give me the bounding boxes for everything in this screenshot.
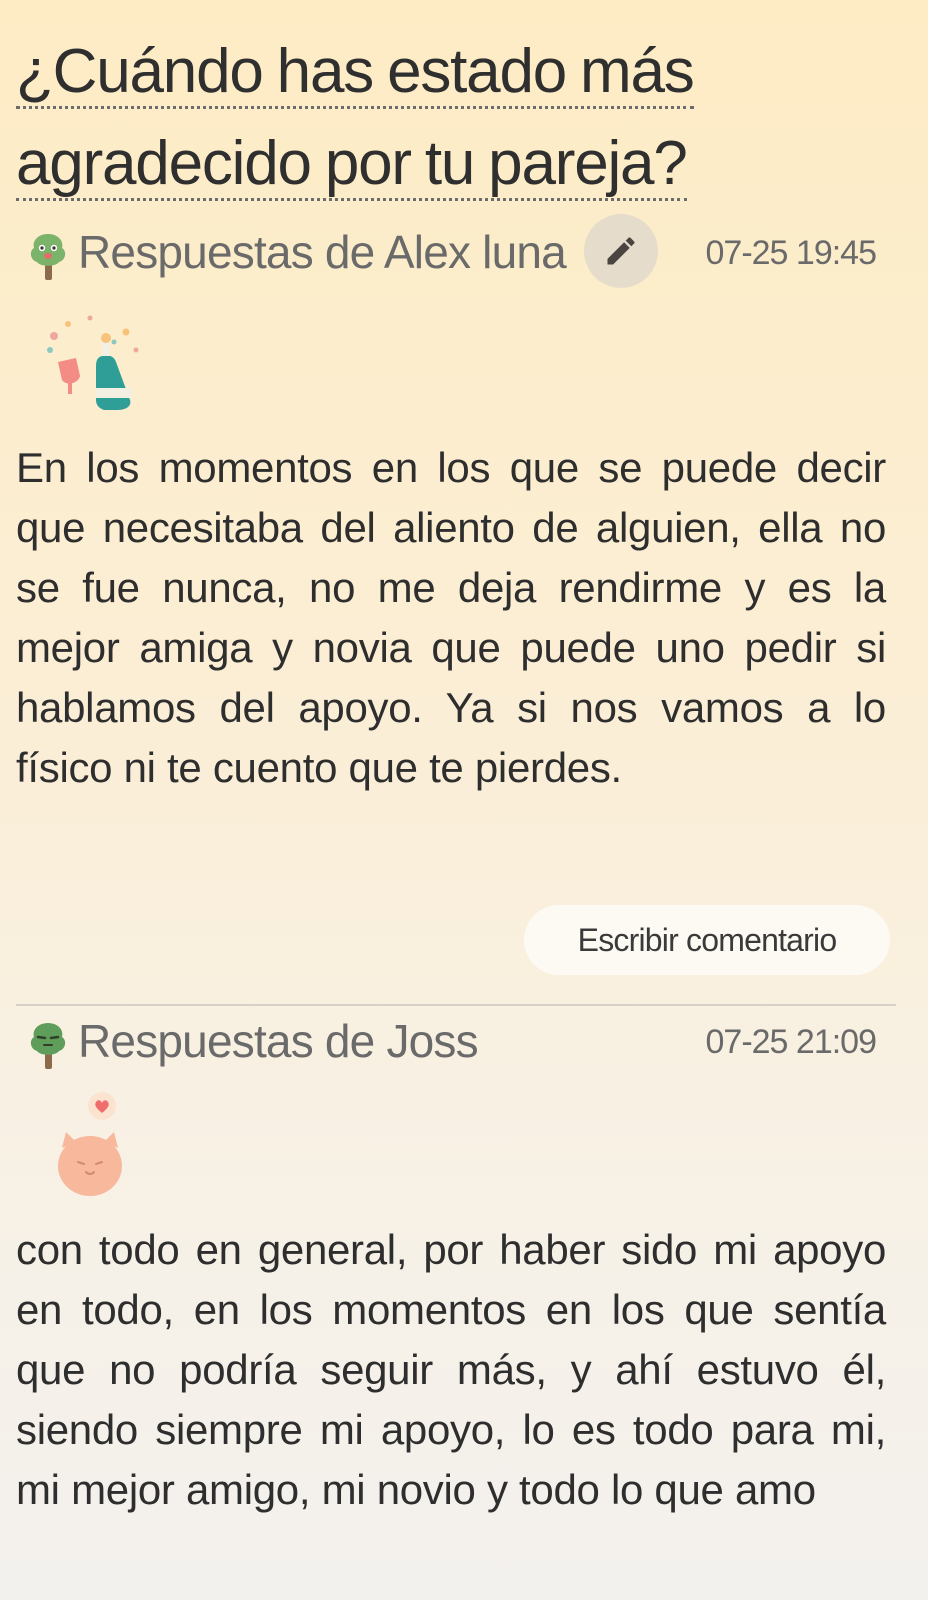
write-comment-button[interactable]: Escribir comentario bbox=[524, 905, 890, 975]
answer-page: ¿Cuándo has estado más agradecido por tu… bbox=[0, 0, 928, 1600]
answer-author: Respuestas de Joss bbox=[78, 1015, 479, 1067]
cat-heart-sticker bbox=[58, 1092, 122, 1196]
answer-header: Respuestas de Alex luna 07-25 19:45 bbox=[24, 214, 904, 288]
tree-icon bbox=[30, 234, 66, 280]
answer-author: Respuestas de Alex luna bbox=[78, 226, 567, 278]
edit-button[interactable] bbox=[584, 214, 658, 288]
question-title: ¿Cuándo has estado más agradecido por tu… bbox=[16, 26, 896, 210]
answer-timestamp: 07-25 19:45 bbox=[705, 234, 877, 272]
pencil-icon bbox=[607, 237, 635, 265]
answer-timestamp: 07-25 21:09 bbox=[705, 1023, 877, 1061]
question-title-line-2: agradecido por tu pareja? bbox=[16, 129, 688, 201]
tree-icon bbox=[30, 1023, 66, 1069]
answer-text: En los momentos en los que se puede deci… bbox=[16, 444, 886, 791]
answer-header: Respuestas de Joss 07-25 21:09 bbox=[24, 1003, 904, 1075]
question-title-line-1: ¿Cuándo has estado más bbox=[16, 37, 695, 109]
champagne-celebration-sticker bbox=[47, 315, 139, 410]
answer-text: con todo en general, por haber sido mi a… bbox=[16, 1226, 886, 1513]
